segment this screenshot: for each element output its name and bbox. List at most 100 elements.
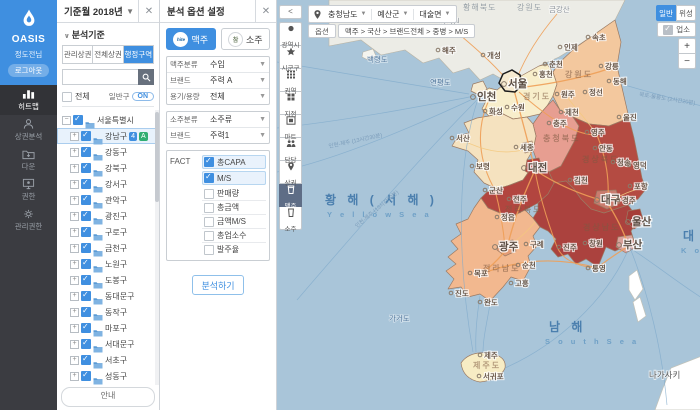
tree-checkbox[interactable] [81,322,91,333]
region-search-input[interactable] [62,69,138,85]
tree-checkbox[interactable] [81,130,91,141]
fact-option-총금액[interactable]: 총금액 [202,201,266,215]
liquor-tab-맥주[interactable]: hite 맥주 [166,28,216,50]
tree-checkbox[interactable] [81,306,91,317]
tree-item-노원구[interactable]: +노원구 [57,256,159,273]
map-canvas[interactable]: 사리원황해북도강원도금강산해주개성백령도연평도서울인천경기도수원화성서산보령춘천… [277,0,700,410]
tree-checkbox[interactable] [81,162,91,173]
tree-item-광진구[interactable]: +광진구 [57,208,159,225]
tree-expander-icon[interactable]: + [70,211,79,221]
tree-item-관악구[interactable]: +관악구 [57,192,159,209]
tree-expander-icon[interactable]: + [70,147,79,157]
tree-expander-icon[interactable]: + [70,243,79,253]
location-select-예산군[interactable]: 예산군 ▼ [372,8,415,20]
tree-expander-icon[interactable]: + [70,339,79,349]
tree-item-성동구[interactable]: +성동구 [57,368,159,385]
tree-expander-icon[interactable]: + [70,291,79,301]
tree-expander-icon[interactable]: + [70,275,79,285]
tree-scrollbar[interactable] [155,110,159,385]
fact-option-발주율[interactable]: 발주율 [202,243,266,256]
location-select-충청남도[interactable]: 충청남도 ▼ [323,8,373,20]
tree-item-강남구[interactable]: +강남구4A [57,128,159,145]
tree-checkbox[interactable] [81,354,91,365]
option-select-브랜드[interactable]: 브랜드 주력1 ▼ [167,128,269,143]
map-view-일반[interactable]: 일반 [656,5,676,21]
tree-item-구로구[interactable]: +구로구 [57,224,159,241]
tree-expander-icon[interactable]: + [70,227,79,237]
option-select-브랜드[interactable]: 브랜드 주력 A ▼ [167,73,269,89]
tree-checkbox[interactable] [81,290,91,301]
store-overlay-checkbox[interactable] [663,24,674,35]
analyze-button[interactable]: 분석하기 [192,275,244,295]
option-select-용기/용량[interactable]: 용기/용량 전체 ▼ [167,89,269,104]
tree-checkbox[interactable] [81,242,91,253]
fact-checkbox[interactable] [204,230,214,241]
fact-checkbox[interactable] [204,216,214,227]
sidebar-item-히트맵[interactable]: 히트맵 [0,85,57,115]
tree-checkbox[interactable] [81,274,91,285]
sidebar-item-다운[interactable]: 다운 [0,145,57,175]
tree-checkbox[interactable] [81,194,91,205]
tree-item-서울특별시[interactable]: −서울특별시 [57,112,159,129]
criteria-tab-관리상권[interactable]: 관리상권 [63,46,94,63]
fact-option-총업소수[interactable]: 총업소수 [202,229,266,243]
tree-checkbox[interactable] [81,258,91,269]
store-overlay-toggle[interactable]: 업소 [657,22,696,37]
tree-item-동작구[interactable]: +동작구 [57,304,159,321]
tree-expander-icon[interactable]: + [70,355,79,365]
tree-checkbox[interactable] [81,370,91,381]
fact-option-총CAPA[interactable]: 총CAPA [202,155,266,169]
tree-checkbox[interactable] [81,338,91,349]
tree-expander-icon[interactable]: − [62,115,71,125]
sidebar-item-권한[interactable]: 권한 [0,175,57,205]
fact-checkbox[interactable] [204,244,214,255]
tree-expander-icon[interactable]: + [70,195,79,205]
fact-checkbox[interactable] [204,156,214,167]
tree-item-금천구[interactable]: +금천구 [57,240,159,257]
tree-item-강서구[interactable]: +강서구 [57,176,159,193]
fact-checkbox[interactable] [204,202,214,213]
tree-item-강북구[interactable]: +강북구 [57,160,159,177]
tree-expander-icon[interactable]: + [70,179,79,189]
zoom-out-button[interactable]: − [678,54,696,69]
tree-item-서초구[interactable]: +서초구 [57,352,159,369]
tree-checkbox[interactable] [81,146,91,157]
fact-checkbox[interactable] [204,188,214,199]
toolbar-collapse-button[interactable]: < [279,5,302,19]
tree-item-도봉구[interactable]: +도봉구 [57,272,159,289]
tree-item-세종특별자치시[interactable]: +세종특별자치시 [57,384,159,385]
tree-item-동대문구[interactable]: +동대문구 [57,288,159,305]
map-layer-소주[interactable]: 소주 [279,207,302,233]
option-tag[interactable]: 옵션 [308,24,336,38]
fact-option-M/S[interactable]: M/S [202,171,266,185]
fact-option-금액M/S[interactable]: 금액M/S [202,215,266,229]
tree-item-서대문구[interactable]: +서대문구 [57,336,159,353]
tree-expander-icon[interactable]: + [70,323,79,333]
search-button[interactable] [138,69,154,85]
criteria-panel-close-icon[interactable]: ✕ [138,0,159,22]
select-all-checkbox[interactable] [62,91,72,102]
tree-expander-icon[interactable]: + [70,163,79,173]
option-select-소주분류[interactable]: 소주분류 소주류 ▼ [167,112,269,128]
tree-checkbox[interactable] [81,226,91,237]
tree-expander-icon[interactable]: + [70,307,79,317]
tree-checkbox[interactable] [81,210,91,221]
month-dropdown-caret[interactable]: ▼ [122,7,138,16]
criteria-tab-전체상권[interactable]: 전체상권 [93,46,124,63]
location-select-대술면[interactable]: 대술면 ▼ [414,9,455,20]
guide-button[interactable]: 안내 [61,387,155,407]
option-select-맥주분류[interactable]: 맥주분류 수입 ▼ [167,57,269,73]
fact-checkbox[interactable] [204,172,214,183]
tree-checkbox[interactable] [73,114,83,125]
tree-item-강동구[interactable]: +강동구 [57,144,159,161]
tree-expander-icon[interactable]: + [70,259,79,269]
tree-expander-icon[interactable]: + [70,131,79,141]
map-view-위성[interactable]: 위성 [676,5,696,21]
logout-button[interactable]: 로그아웃 [7,64,50,77]
sidebar-item-상권분석[interactable]: 상권분석 [0,115,57,145]
tree-expander-icon[interactable]: + [70,371,79,381]
options-panel-close-icon[interactable]: ✕ [255,0,276,22]
criteria-tab-행정구역[interactable]: 행정구역 [123,46,153,63]
fact-option-판매량[interactable]: 판매량 [202,187,266,201]
liquor-tab-소주[interactable]: 참 소주 [220,28,270,50]
